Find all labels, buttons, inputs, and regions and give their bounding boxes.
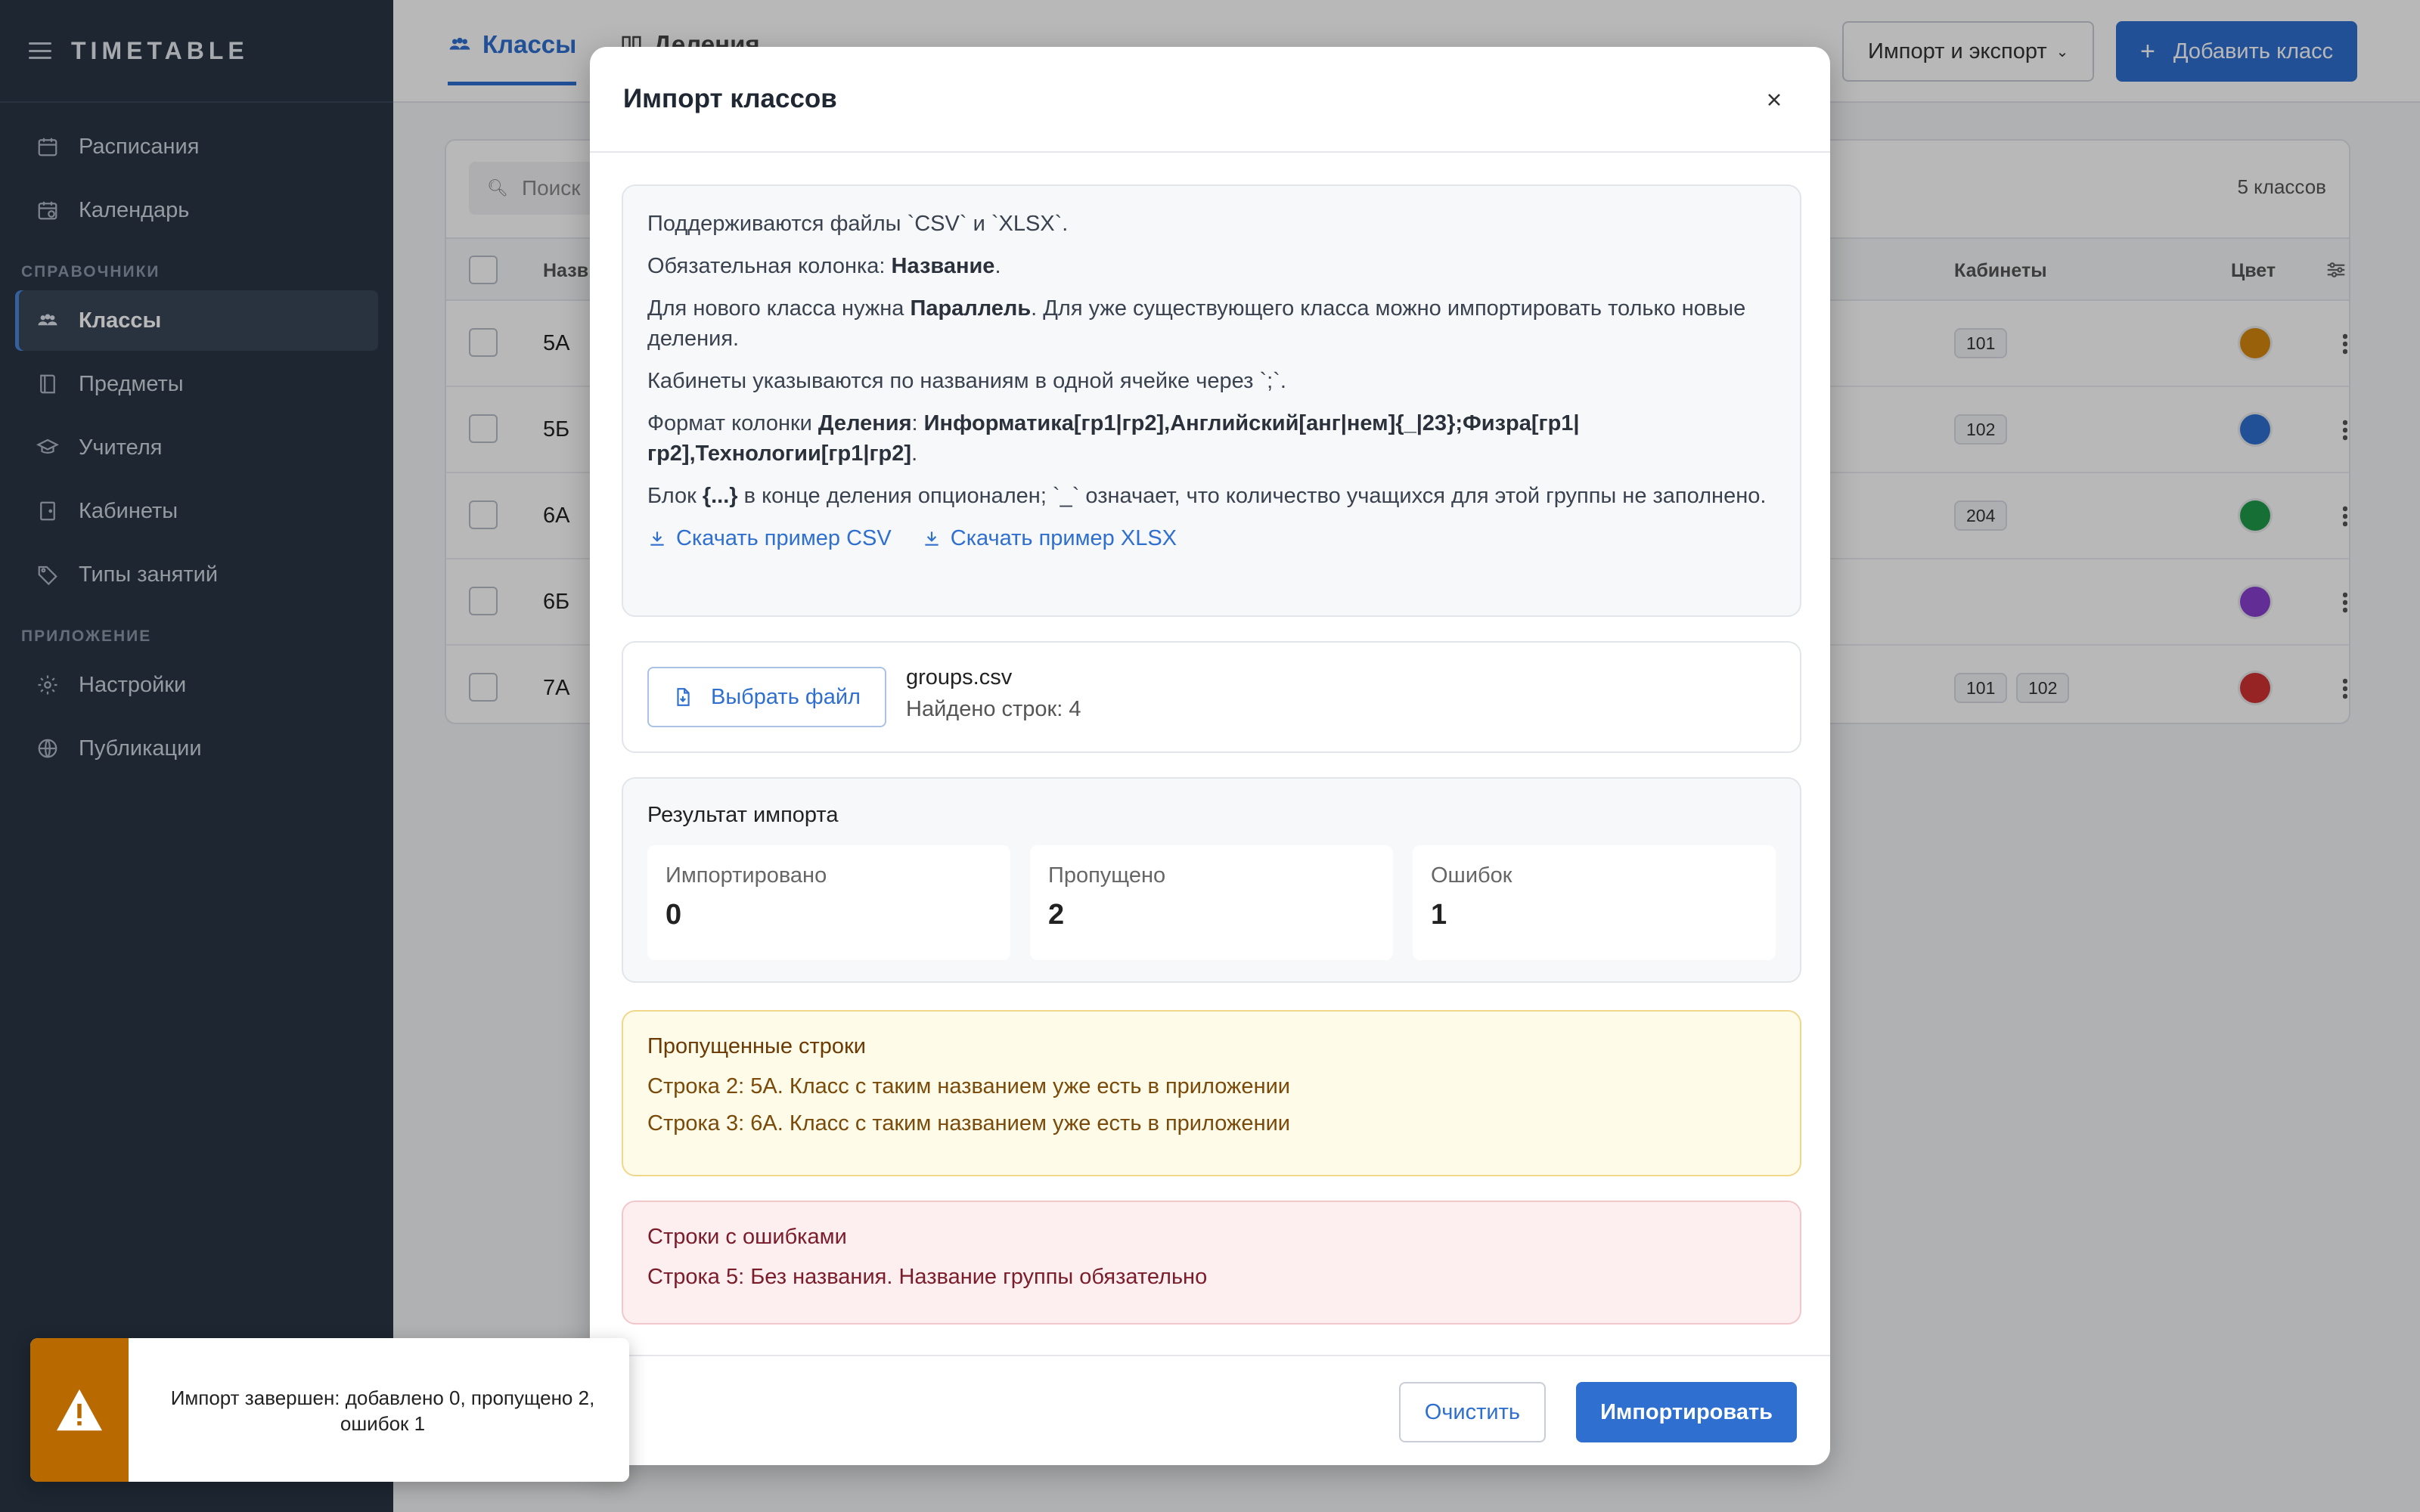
download-icon [922, 528, 942, 548]
modal-title: Импорт классов [623, 84, 837, 113]
info-formats: Поддерживаются файлы `CSV` и `XLSX`. [647, 212, 1069, 236]
choose-file-button[interactable]: Выбрать файл [647, 667, 886, 727]
choose-file-label: Выбрать файл [711, 684, 861, 709]
warning-icon [30, 1338, 129, 1482]
download-xlsx-label: Скачать пример XLSX [950, 526, 1177, 550]
stat-errors: Ошибок 1 [1413, 845, 1776, 960]
import-modal: Импорт классов Поддерживаются файлы `CSV… [590, 47, 1830, 1465]
close-icon[interactable] [1759, 85, 1789, 115]
modal-footer: Очистить Импортировать [590, 1355, 1830, 1465]
info-rooms: Кабинеты указываются по названиям в одно… [647, 369, 1286, 393]
skipped-row-line: Строка 2: 5А. Класс с таким названием уж… [647, 1074, 1290, 1098]
download-xlsx-link[interactable]: Скачать пример XLSX [922, 523, 1177, 553]
stat-value: 2 [1048, 899, 1065, 931]
error-row-line: Строка 5: Без названия. Название группы … [647, 1265, 1208, 1289]
stat-imported: Импортировано 0 [647, 845, 1010, 960]
skipped-rows-title: Пропущенные строки [647, 1034, 866, 1058]
stat-value: 0 [666, 899, 682, 931]
import-result: Результат импорта Импортировано 0 Пропущ… [622, 777, 1801, 983]
toast-notification: Импорт завершен: добавлено 0, пропущено … [30, 1338, 629, 1482]
result-title: Результат импорта [647, 803, 839, 827]
found-rows-count: Найдено строк: 4 [906, 697, 1081, 721]
clear-button[interactable]: Очистить [1398, 1382, 1546, 1442]
error-rows-panel: Строки с ошибками Строка 5: Без названия… [622, 1201, 1801, 1325]
stat-skipped: Пропущено 2 [1030, 845, 1393, 960]
stat-value: 1 [1431, 899, 1447, 931]
info-required-column: Обязательная колонка: Название. [647, 254, 1001, 278]
download-csv-label: Скачать пример CSV [676, 526, 892, 550]
skipped-row-line: Строка 3: 6А. Класс с таким названием уж… [647, 1111, 1290, 1136]
skipped-rows-panel: Пропущенные строки Строка 2: 5А. Класс с… [622, 1010, 1801, 1176]
info-divisions-format: Формат колонки Деления: Информатика[гр1|… [647, 411, 1580, 466]
import-info-panel: Поддерживаются файлы `CSV` и `XLSX`. Обя… [622, 184, 1801, 617]
file-picker: Выбрать файл groups.csv Найдено строк: 4 [622, 641, 1801, 753]
info-parallel: Для нового класса нужна Параллель. Для у… [647, 296, 1746, 351]
download-icon [647, 528, 667, 548]
stat-label: Импортировано [666, 863, 827, 888]
toast-message: Импорт завершен: добавлено 0, пропущено … [170, 1387, 595, 1435]
error-rows-title: Строки с ошибками [647, 1225, 847, 1249]
info-block: Блок {...} в конце деления опционален; `… [647, 484, 1767, 508]
file-icon [673, 686, 693, 708]
download-csv-link[interactable]: Скачать пример CSV [647, 523, 892, 553]
selected-file-name: groups.csv [906, 665, 1013, 689]
stat-label: Пропущено [1048, 863, 1166, 888]
stat-label: Ошибок [1431, 863, 1512, 888]
import-button[interactable]: Импортировать [1576, 1382, 1797, 1442]
